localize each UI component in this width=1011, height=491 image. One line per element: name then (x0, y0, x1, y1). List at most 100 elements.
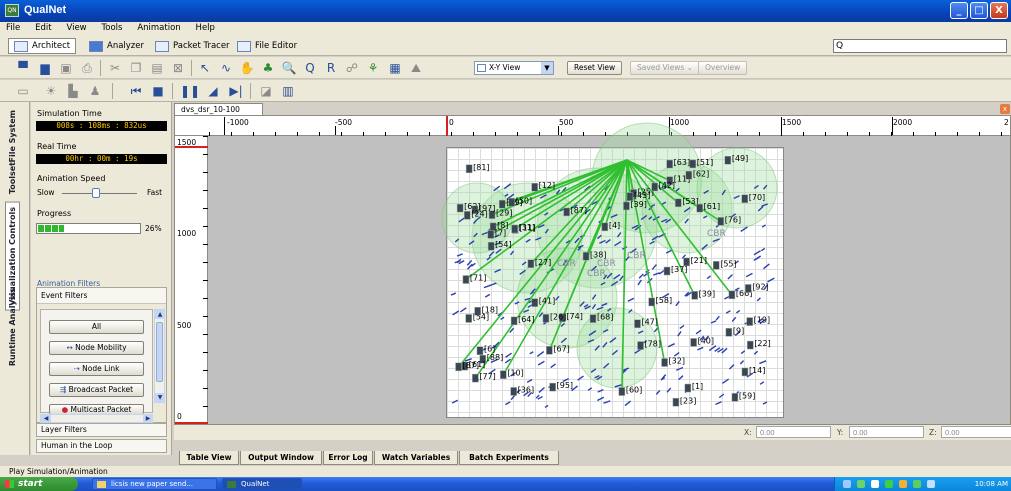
network-node[interactable] (712, 261, 720, 270)
network-node[interactable] (487, 241, 495, 251)
tab-analyzer[interactable]: Analyzer (84, 38, 149, 54)
measure-icon[interactable]: ☍ (344, 60, 360, 76)
network-node[interactable] (626, 192, 634, 202)
network-node[interactable] (462, 275, 470, 284)
select-pointer-icon[interactable]: ↖ (197, 60, 213, 76)
taskbar-item-paper[interactable]: licsis new paper send... (92, 478, 217, 490)
zoom-region-icon[interactable]: R (323, 60, 339, 76)
network-node[interactable] (685, 171, 693, 180)
overview-button[interactable]: Overview (698, 61, 748, 75)
scroll-thumb[interactable] (156, 322, 163, 382)
network-node[interactable] (589, 314, 597, 323)
menu-file[interactable]: File (0, 22, 26, 33)
network-node[interactable] (511, 224, 518, 234)
tray-icon[interactable] (885, 480, 893, 488)
scenario-tab[interactable]: dvs_dsr_10-100 (174, 103, 263, 115)
view-select[interactable]: X-Y View ▼ (474, 61, 554, 75)
y-coord-input[interactable] (849, 426, 924, 438)
network-node[interactable] (487, 230, 495, 239)
network-node[interactable] (618, 387, 626, 396)
terrain-icon[interactable]: ⛰ (408, 60, 424, 76)
zoom-in-icon[interactable]: 🔍 (281, 60, 297, 76)
network-node[interactable] (476, 346, 484, 355)
network-node[interactable] (465, 164, 473, 174)
paste-icon[interactable]: ▤ (149, 60, 165, 76)
hierarchy-icon[interactable]: ♟ (87, 83, 103, 99)
menu-edit[interactable]: Edit (29, 22, 57, 33)
network-node[interactable] (634, 319, 641, 328)
network-node[interactable] (684, 383, 692, 393)
tab-error-log[interactable]: Error Log (323, 451, 373, 465)
tab-architect[interactable]: Architect (8, 38, 77, 54)
network-node[interactable] (510, 316, 518, 326)
cut-icon[interactable]: ✂ (107, 60, 123, 76)
network-node[interactable] (582, 252, 590, 261)
save-icon[interactable]: ▣ (58, 60, 74, 76)
x-coord-input[interactable] (756, 426, 831, 438)
filter-all-button[interactable]: All (49, 320, 144, 334)
network-node[interactable] (648, 297, 655, 307)
network-node[interactable] (741, 367, 749, 377)
close-button[interactable]: X (990, 2, 1008, 19)
network-node[interactable] (542, 314, 550, 323)
tab-packet-tracer[interactable]: Packet Tracer (150, 38, 235, 54)
network-node[interactable] (696, 203, 703, 213)
human-in-loop-row[interactable]: Human in the Loop (36, 439, 167, 453)
network-node[interactable] (728, 290, 736, 300)
filter-vertical-scrollbar[interactable]: ▲ ▼ (154, 309, 165, 403)
filter-node-link-button[interactable]: ⇢ Node Link (49, 362, 144, 376)
network-node[interactable] (746, 317, 753, 326)
open-folder-icon[interactable]: ▆ (37, 60, 53, 76)
menu-tools[interactable]: Tools (96, 22, 129, 33)
network-node[interactable] (531, 298, 539, 307)
link-tool-icon[interactable]: ∿ (218, 60, 234, 76)
scroll-right-icon[interactable]: ▶ (143, 414, 153, 423)
close-tab-icon[interactable]: x (1000, 104, 1010, 114)
network-node[interactable] (717, 217, 724, 226)
scroll-up-icon[interactable]: ▲ (155, 310, 165, 319)
tray-icon[interactable] (871, 480, 879, 488)
network-node[interactable] (474, 307, 481, 316)
event-filters-header[interactable]: Event Filters (37, 288, 166, 304)
network-node[interactable] (472, 373, 479, 383)
scroll-left-icon[interactable]: ◀ (41, 414, 51, 423)
network-node[interactable] (623, 201, 630, 211)
network-node[interactable] (725, 328, 733, 337)
menu-view[interactable]: View (60, 22, 92, 33)
zoom-out-icon[interactable]: Q (302, 60, 318, 76)
tab-table-view[interactable]: Table View (179, 451, 239, 465)
print-icon[interactable]: ⎙ (79, 60, 95, 76)
minimize-button[interactable]: _ (950, 2, 968, 19)
new-file-icon[interactable]: ▀ (15, 60, 31, 76)
device-icon[interactable]: ▭ (15, 83, 31, 99)
skip-start-icon[interactable]: ⏮ (128, 83, 144, 99)
network-node[interactable] (661, 358, 668, 367)
pause-icon[interactable]: ❚❚ (180, 83, 200, 99)
menu-animation[interactable]: Animation (131, 22, 186, 33)
filter-node-mobility-button[interactable]: ↔ Node Mobility (49, 341, 144, 355)
network-node[interactable] (731, 393, 739, 402)
network-node[interactable] (744, 284, 752, 293)
network-node[interactable] (563, 207, 570, 217)
filter-broadcast-button[interactable]: ⇶ Broadcast Packet (49, 383, 144, 397)
slider-thumb[interactable] (92, 188, 101, 198)
network-node[interactable] (456, 203, 464, 213)
saved-views-button[interactable]: Saved Views ⌄ (630, 61, 700, 75)
tray-icon[interactable] (927, 480, 935, 488)
reset-view-button[interactable]: Reset View (567, 61, 623, 75)
play-icon[interactable]: ◢ (205, 83, 221, 99)
network-node[interactable] (666, 159, 673, 169)
network-node[interactable] (689, 159, 697, 169)
anim-speed-slider[interactable]: Slow Fast (37, 187, 167, 199)
network-node[interactable] (465, 314, 472, 323)
tray-icon[interactable] (899, 480, 907, 488)
tab-file-editor[interactable]: File Editor (232, 38, 302, 54)
tab-batch-experiments[interactable]: Batch Experiments (459, 451, 559, 465)
stop-icon[interactable]: ■ (150, 83, 166, 99)
building-icon[interactable]: ▙ (65, 83, 81, 99)
search-input[interactable] (848, 40, 998, 52)
wireless-icon[interactable]: ⚘ (365, 60, 381, 76)
scenario-canvas[interactable]: -1000 -500 0 500 1000 1500 2000 2 1500 1… (174, 115, 1011, 425)
maximize-button[interactable]: □ (970, 2, 988, 19)
network-node[interactable] (510, 387, 517, 396)
